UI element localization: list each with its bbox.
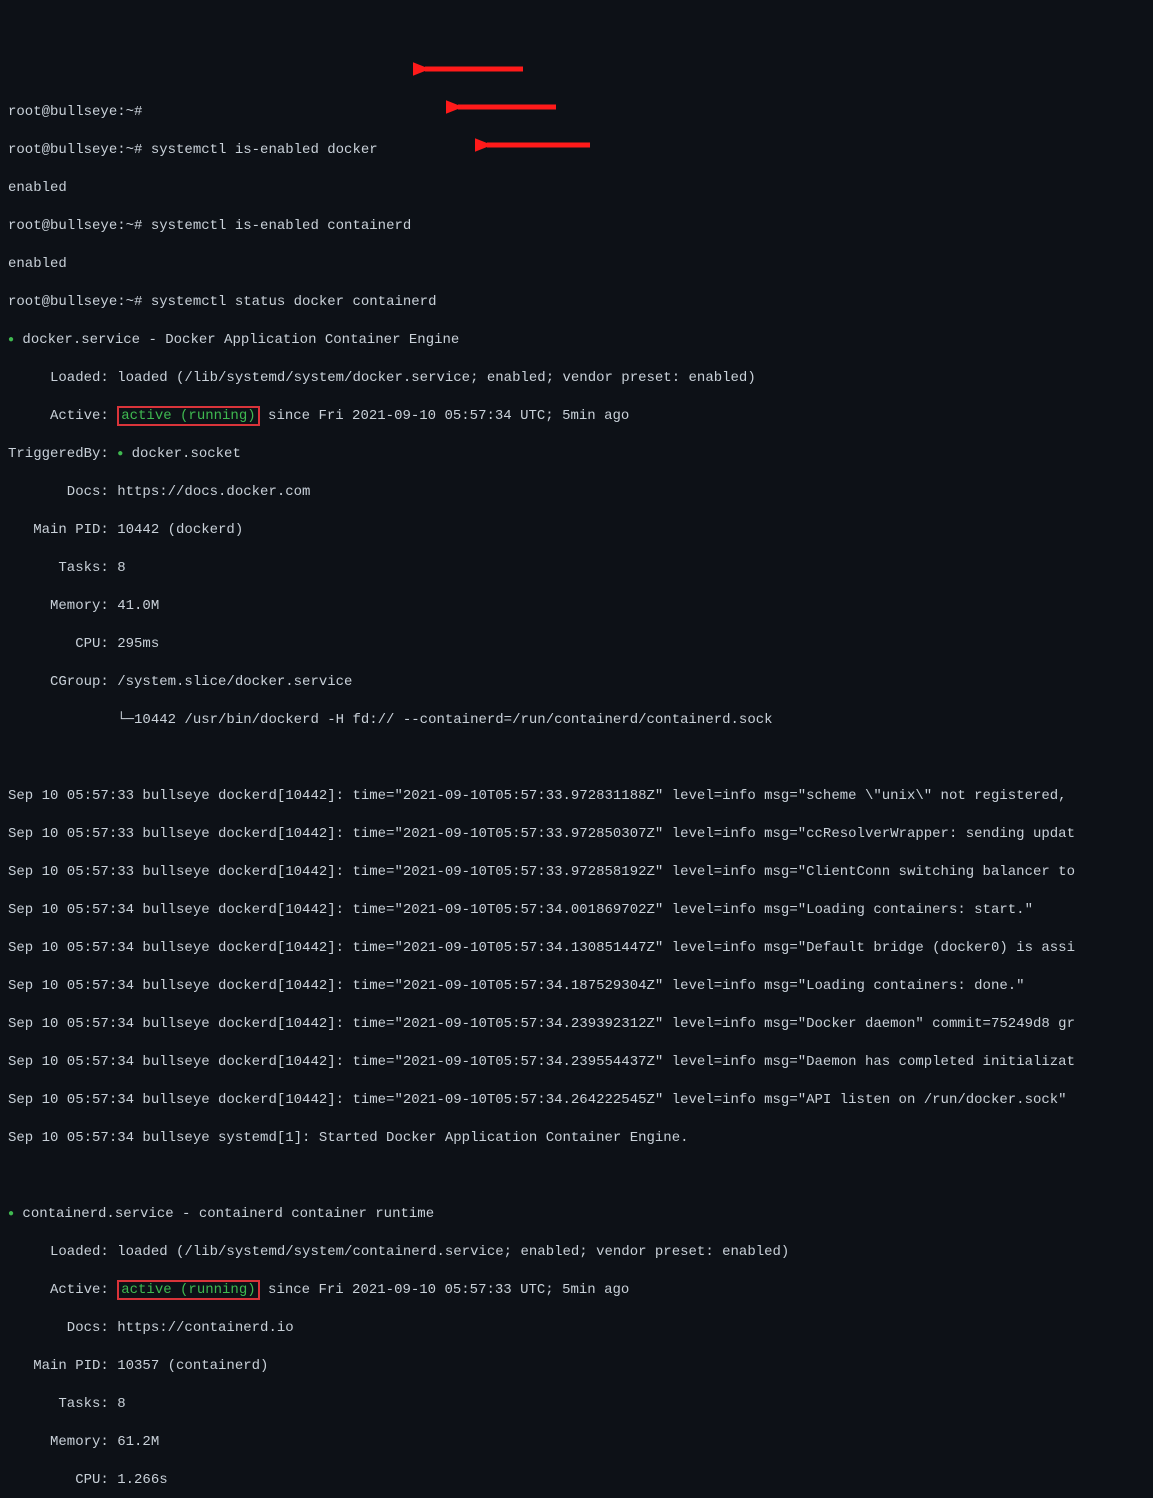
active-label: Active: bbox=[8, 408, 117, 424]
log-line: Sep 10 05:57:34 bullseye dockerd[10442]:… bbox=[8, 1053, 1145, 1072]
docker-docs: Docs: https://docs.docker.com bbox=[8, 483, 1145, 502]
active-since: since Fri 2021-09-10 05:57:34 UTC; 5min … bbox=[260, 408, 630, 424]
prompt: root@bullseye:~# bbox=[8, 218, 142, 234]
response-2: enabled bbox=[8, 255, 1145, 274]
terminal-output: root@bullseye:~# root@bullseye:~# system… bbox=[8, 84, 1145, 1498]
log-line: Sep 10 05:57:34 bullseye dockerd[10442]:… bbox=[8, 1015, 1145, 1034]
command-line-1: root@bullseye:~# systemctl is-enabled do… bbox=[8, 141, 1145, 160]
docker-service-header: ● docker.service - Docker Application Co… bbox=[8, 331, 1145, 350]
docker-cgroup-tree: └─10442 /usr/bin/dockerd -H fd:// --cont… bbox=[8, 711, 1145, 730]
service-title: containerd.service - containerd containe… bbox=[22, 1206, 434, 1222]
docker-loaded: Loaded: loaded (/lib/systemd/system/dock… bbox=[8, 369, 1145, 388]
command-text: systemctl status docker containerd bbox=[151, 294, 437, 310]
prompt: root@bullseye:~# bbox=[8, 104, 142, 120]
docker-cpu: CPU: 295ms bbox=[8, 635, 1145, 654]
trigger-label: TriggeredBy: bbox=[8, 446, 117, 462]
command-line-3: root@bullseye:~# systemctl status docker… bbox=[8, 293, 1145, 312]
log-line: Sep 10 05:57:34 bullseye dockerd[10442]:… bbox=[8, 1091, 1145, 1110]
docker-memory: Memory: 41.0M bbox=[8, 597, 1145, 616]
trigger-value: docker.socket bbox=[132, 446, 241, 462]
containerd-mainpid: Main PID: 10357 (containerd) bbox=[8, 1357, 1145, 1376]
docker-mainpid: Main PID: 10442 (dockerd) bbox=[8, 521, 1145, 540]
log-line: Sep 10 05:57:33 bullseye dockerd[10442]:… bbox=[8, 825, 1145, 844]
prompt-line: root@bullseye:~# bbox=[8, 103, 1145, 122]
prompt: root@bullseye:~# bbox=[8, 294, 142, 310]
containerd-tasks: Tasks: 8 bbox=[8, 1395, 1145, 1414]
blank-line bbox=[8, 749, 1145, 768]
log-line: Sep 10 05:57:34 bullseye dockerd[10442]:… bbox=[8, 939, 1145, 958]
docker-tasks: Tasks: 8 bbox=[8, 559, 1145, 578]
active-status-highlight: active (running) bbox=[117, 406, 259, 426]
response-1: enabled bbox=[8, 179, 1145, 198]
log-line: Sep 10 05:57:34 bullseye dockerd[10442]:… bbox=[8, 901, 1145, 920]
status-bullet-icon: ● bbox=[8, 335, 14, 346]
blank-line bbox=[8, 1167, 1145, 1186]
command-text: systemctl is-enabled containerd bbox=[151, 218, 411, 234]
status-bullet-icon: ● bbox=[117, 449, 123, 460]
docker-active: Active: active (running) since Fri 2021-… bbox=[8, 407, 1145, 426]
containerd-service-header: ● containerd.service - containerd contai… bbox=[8, 1205, 1145, 1224]
containerd-memory: Memory: 61.2M bbox=[8, 1433, 1145, 1452]
log-line: Sep 10 05:57:33 bullseye dockerd[10442]:… bbox=[8, 863, 1145, 882]
log-line: Sep 10 05:57:34 bullseye systemd[1]: Sta… bbox=[8, 1129, 1145, 1148]
containerd-docs: Docs: https://containerd.io bbox=[8, 1319, 1145, 1338]
active-since: since Fri 2021-09-10 05:57:33 UTC; 5min … bbox=[260, 1282, 630, 1298]
command-line-2: root@bullseye:~# systemctl is-enabled co… bbox=[8, 217, 1145, 236]
command-text: systemctl is-enabled docker bbox=[151, 142, 378, 158]
docker-triggered: TriggeredBy: ● docker.socket bbox=[8, 445, 1145, 464]
docker-cgroup: CGroup: /system.slice/docker.service bbox=[8, 673, 1145, 692]
active-label: Active: bbox=[8, 1282, 117, 1298]
service-title: docker.service - Docker Application Cont… bbox=[22, 332, 459, 348]
status-bullet-icon: ● bbox=[8, 1209, 14, 1220]
containerd-cpu: CPU: 1.266s bbox=[8, 1471, 1145, 1490]
active-status-highlight: active (running) bbox=[117, 1280, 259, 1300]
log-line: Sep 10 05:57:34 bullseye dockerd[10442]:… bbox=[8, 977, 1145, 996]
prompt: root@bullseye:~# bbox=[8, 142, 142, 158]
containerd-active: Active: active (running) since Fri 2021-… bbox=[8, 1281, 1145, 1300]
containerd-loaded: Loaded: loaded (/lib/systemd/system/cont… bbox=[8, 1243, 1145, 1262]
log-line: Sep 10 05:57:33 bullseye dockerd[10442]:… bbox=[8, 787, 1145, 806]
